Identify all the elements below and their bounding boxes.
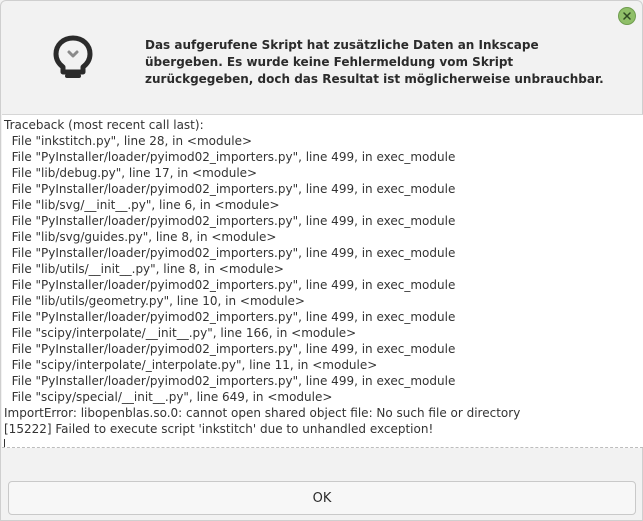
output-line: File "PyInstaller/loader/pyimod02_import… [4,342,456,356]
output-line: ImportError: libopenblas.so.0: cannot op… [4,406,521,420]
output-line: Traceback (most recent call last): [4,118,204,132]
script-output-textview[interactable]: Traceback (most recent call last): File … [2,114,643,448]
output-line: File "scipy/special/__init__.py", line 6… [4,390,333,404]
close-icon [623,12,631,20]
lightbulb-icon [51,33,95,83]
output-line: File "PyInstaller/loader/pyimod02_import… [4,150,456,164]
output-line: File "PyInstaller/loader/pyimod02_import… [4,278,456,292]
output-line: File "PyInstaller/loader/pyimod02_import… [4,310,456,324]
output-line: File "lib/utils/geometry.py", line 10, i… [4,294,305,308]
message-dialog: Das aufgerufene Skript hat zusätzliche D… [0,0,643,521]
output-line: File "lib/debug.py", line 17, in <module… [4,166,258,180]
output-line: File "lib/svg/__init__.py", line 6, in <… [4,198,280,212]
titlebar [1,1,642,31]
output-line: File "inkstitch.py", line 28, in <module… [4,134,253,148]
output-line: File "lib/svg/guides.py", line 8, in <mo… [4,230,277,244]
output-line: File "scipy/interpolate/__init__.py", li… [4,326,357,340]
close-button[interactable] [618,7,636,25]
ok-button[interactable]: OK [8,481,636,515]
output-line: File "PyInstaller/loader/pyimod02_import… [4,374,456,388]
dialog-message: Das aufgerufene Skript hat zusätzliche D… [145,38,604,86]
text-caret-line [4,437,643,447]
output-line: File "scipy/interpolate/_interpolate.py"… [4,358,378,372]
output-line: File "lib/utils/__init__.py", line 8, in… [4,262,284,276]
output-line: File "PyInstaller/loader/pyimod02_import… [4,246,456,260]
text-caret [4,438,5,447]
output-line: File "PyInstaller/loader/pyimod02_import… [4,182,456,196]
output-line: File "PyInstaller/loader/pyimod02_import… [4,214,456,228]
output-line: [15222] Failed to execute script 'inksti… [4,422,434,436]
